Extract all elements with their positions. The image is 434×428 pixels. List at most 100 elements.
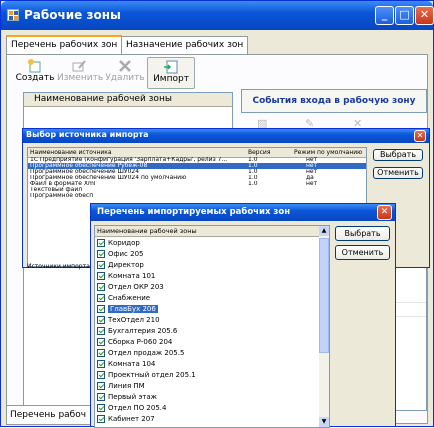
edit-label: Изменить	[57, 73, 104, 83]
zones-select-button[interactable]: Выбрать	[335, 226, 390, 241]
zones-scrollbar[interactable]: ▲ ▼	[319, 226, 329, 427]
import-icon	[164, 60, 178, 74]
zone-label: Офис 205	[108, 250, 144, 258]
zone-list-item[interactable]: Бухгалтерия 205.6	[95, 326, 319, 337]
import-zones-dialog: Перечень импортируемых рабочих зон ✕ Наи…	[90, 203, 396, 428]
zone-label: Проектный отдел 205.1	[108, 371, 196, 379]
zone-label: Комната 101	[108, 272, 156, 280]
create-icon	[28, 59, 41, 73]
zone-label: Снабжение	[108, 294, 151, 302]
zone-checkbox[interactable]	[97, 272, 105, 280]
zone-checkbox[interactable]	[97, 393, 105, 401]
import-zones-close-button[interactable]: ✕	[377, 205, 392, 220]
zone-label: Кабинет 207	[108, 415, 155, 423]
zone-list-item[interactable]: Комната 104	[95, 359, 319, 370]
scroll-up-icon[interactable]: ▲	[319, 226, 329, 236]
tab-zone-list[interactable]: Перечень рабочих зон	[6, 35, 123, 55]
delete-label: Удалить	[105, 73, 145, 83]
scroll-down-icon[interactable]: ▼	[319, 417, 329, 427]
app-icon	[7, 9, 19, 21]
source-row[interactable]: Программное обесп	[28, 193, 366, 199]
zone-label: Бухгалтерия 205.6	[108, 327, 178, 335]
zone-label: Отдел продаж 205.5	[108, 349, 185, 357]
close-button[interactable]: ✕	[415, 6, 434, 25]
zone-checkbox[interactable]	[97, 283, 105, 291]
main-title-bar[interactable]: Рабочие зоны _ □ ✕	[1, 1, 434, 30]
source-col-name[interactable]: Наименование источника	[30, 149, 112, 156]
source-col-mode[interactable]: Режим по умолчанию	[294, 149, 362, 156]
zone-checkbox[interactable]	[97, 415, 105, 423]
zone-checkbox[interactable]	[97, 360, 105, 368]
zone-grid-header[interactable]: Наименование рабочей зоны	[24, 93, 232, 107]
create-label: Создать	[15, 73, 55, 83]
import-source-close-button[interactable]: ✕	[414, 130, 426, 142]
source-col-version[interactable]: Версия	[248, 149, 270, 156]
zone-label: Линия ПМ	[108, 382, 145, 390]
source-select-button[interactable]: Выбрать	[373, 149, 423, 161]
zones-col-name[interactable]: Наименование рабочей зоны	[97, 227, 197, 235]
zone-list-item[interactable]: Отдел ОКР 203	[95, 282, 319, 293]
zone-checkbox[interactable]	[97, 239, 105, 247]
zones-list: Наименование рабочей зоны Коридор Офис 20…	[94, 225, 330, 428]
zone-list-item[interactable]: Коридор	[95, 238, 319, 249]
status-tab[interactable]: Перечень рабоч	[6, 405, 92, 425]
zones-cancel-button[interactable]: Отменить	[335, 245, 390, 260]
zone-label: Коридор	[108, 239, 140, 247]
zone-checkbox[interactable]	[97, 294, 105, 302]
zone-list-item[interactable]: Сборка Р-060 204	[95, 337, 319, 348]
zone-label: ГлавБух 206	[108, 305, 158, 313]
edit-icon	[72, 60, 86, 72]
zone-list-item[interactable]: ГлавБух 206	[95, 304, 319, 315]
zone-list-item[interactable]: ТехОтдел 210	[95, 315, 319, 326]
zone-list-item[interactable]: Снабжение	[95, 293, 319, 304]
zone-list-item[interactable]: Линия ПМ	[95, 381, 319, 392]
delete-icon	[119, 60, 131, 72]
scroll-thumb[interactable]	[319, 238, 329, 353]
edit-button[interactable]: Изменить	[57, 59, 104, 83]
zone-grid-header-label: Наименование рабочей зоны	[34, 94, 172, 104]
zone-label: Директор	[108, 261, 144, 269]
zone-checkbox[interactable]	[97, 305, 105, 313]
minimize-button[interactable]: _	[375, 6, 394, 25]
zones-list-header: Наименование рабочей зоны	[95, 226, 319, 237]
import-zones-title-bar[interactable]: Перечень импортируемых рабочих зон ✕	[91, 204, 395, 221]
source-footer-label: Источники импорта	[27, 263, 90, 270]
zone-checkbox[interactable]	[97, 327, 105, 335]
zone-list-item[interactable]: Комната 101	[95, 271, 319, 282]
source-cell-name: Программное обесп	[30, 193, 94, 199]
zone-checkbox[interactable]	[97, 316, 105, 324]
import-zones-title: Перечень импортируемых рабочих зон	[97, 207, 291, 217]
events-button-label: События входа в рабочую зону	[252, 96, 416, 106]
zone-checkbox[interactable]	[97, 404, 105, 412]
events-button[interactable]: События входа в рабочую зону	[241, 89, 427, 113]
zone-list-item[interactable]: Отдел ПО 205.4	[95, 403, 319, 414]
delete-button[interactable]: Удалить	[105, 59, 145, 83]
zone-label: ТехОтдел 210	[108, 316, 160, 324]
zone-label: Комната 104	[108, 360, 156, 368]
zone-checkbox[interactable]	[97, 338, 105, 346]
zone-list-item[interactable]: Офис 205	[95, 249, 319, 260]
main-window-title: Рабочие зоны	[24, 8, 121, 22]
tab-zone-assignment[interactable]: Назначение рабочих зон	[121, 36, 249, 54]
status-tab-label: Перечень рабоч	[10, 410, 87, 420]
zone-list-item[interactable]: Проектный отдел 205.1	[95, 370, 319, 381]
zone-label: Первый этаж	[108, 393, 157, 401]
zone-list-item[interactable]: Первый этаж	[95, 392, 319, 403]
zone-list-item[interactable]: Директор	[95, 260, 319, 271]
import-source-title-bar[interactable]: Выбор источника импорта ✕	[23, 129, 429, 143]
import-button[interactable]: Импорт	[147, 57, 195, 89]
zone-checkbox[interactable]	[97, 371, 105, 379]
import-source-title: Выбор источника импорта	[26, 130, 149, 139]
zone-checkbox[interactable]	[97, 349, 105, 357]
zone-list-item[interactable]: Отдел продаж 205.5	[95, 348, 319, 359]
create-button[interactable]: Создать	[15, 59, 55, 83]
zone-list-item[interactable]: Кабинет 207	[95, 414, 319, 425]
zone-label: Отдел ОКР 203	[108, 283, 164, 291]
zone-checkbox[interactable]	[97, 250, 105, 258]
import-label: Импорт	[153, 74, 189, 84]
zone-label: Сборка Р-060 204	[108, 338, 173, 346]
maximize-button[interactable]: □	[395, 6, 414, 25]
source-cancel-button[interactable]: Отменить	[373, 167, 423, 179]
zone-checkbox[interactable]	[97, 261, 105, 269]
zone-checkbox[interactable]	[97, 382, 105, 390]
